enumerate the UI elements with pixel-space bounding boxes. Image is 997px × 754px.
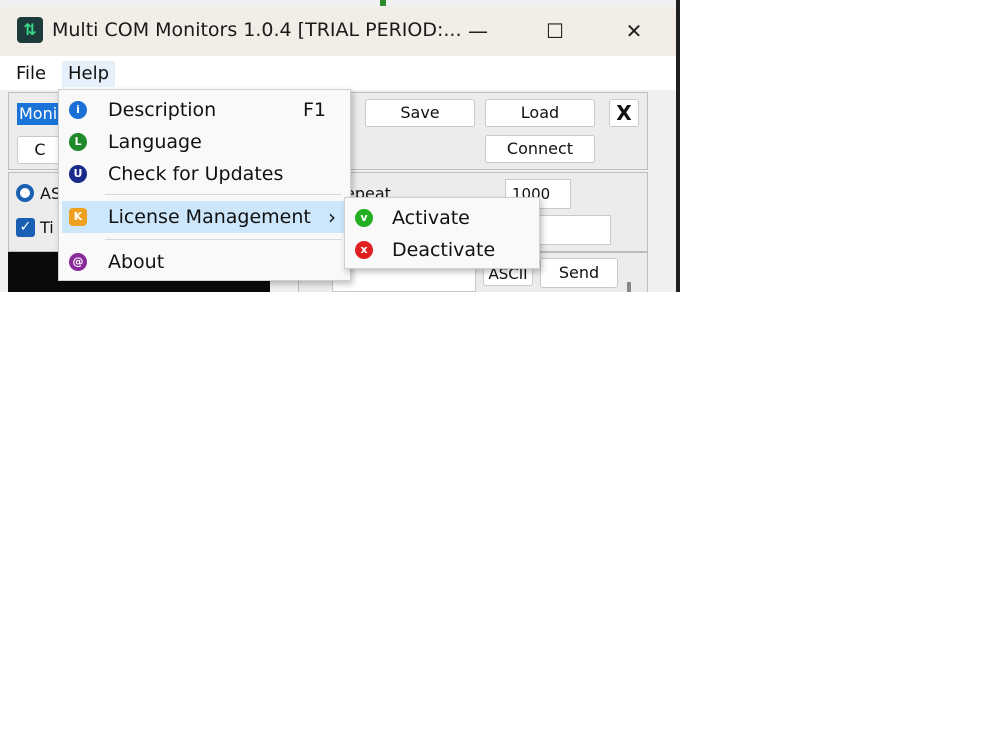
menu-item-description[interactable]: i Description F1 — [62, 94, 347, 126]
shortcut-label: F1 — [303, 99, 327, 121]
license-submenu: v Activate x Deactivate — [344, 197, 540, 269]
background-window-edge — [676, 0, 680, 292]
timestamp-checkbox[interactable]: ✓ — [16, 218, 35, 237]
monitor-tab[interactable]: Moni — [17, 103, 63, 125]
window-title: Multi COM Monitors 1.0.4 [TRIAL PERIOD:.… — [52, 19, 462, 41]
scrollbar[interactable] — [627, 282, 631, 292]
menu-item-deactivate[interactable]: x Deactivate — [348, 234, 536, 266]
menu-file[interactable]: File — [10, 61, 52, 87]
close-window-button[interactable]: ✕ — [619, 18, 649, 44]
timestamp-checkbox-label: Ti — [40, 218, 54, 237]
menu-item-label: Language — [108, 131, 202, 153]
send-button[interactable]: Send — [540, 258, 618, 288]
update-icon: U — [69, 165, 87, 183]
menu-item-activate[interactable]: v Activate — [348, 202, 536, 234]
chevron-right-icon: › — [328, 205, 336, 229]
menu-item-label: About — [108, 251, 165, 273]
menu-item-check-updates[interactable]: U Check for Updates — [62, 158, 347, 190]
about-icon: @ — [69, 253, 87, 271]
menu-item-label: Description — [108, 99, 217, 121]
menu-item-license-management[interactable]: K License Management › — [62, 201, 347, 233]
load-button[interactable]: Load — [485, 99, 595, 127]
info-icon: i — [69, 101, 87, 119]
menu-item-label: Check for Updates — [108, 163, 284, 185]
menu-item-language[interactable]: L Language — [62, 126, 347, 158]
menu-item-label: Activate — [392, 207, 470, 229]
ascii-radio[interactable] — [16, 184, 34, 202]
minimize-button[interactable]: — — [463, 18, 493, 44]
deactivate-icon: x — [355, 241, 373, 259]
maximize-button[interactable]: ☐ — [540, 18, 570, 44]
save-button[interactable]: Save — [365, 99, 475, 127]
up-down-arrows-icon: ⇅ — [17, 17, 43, 43]
connect-button[interactable]: Connect — [485, 135, 595, 163]
app-window: ⇅ Multi COM Monitors 1.0.4 [TRIAL PERIOD… — [0, 0, 680, 292]
help-menu: i Description F1 L Language U Check for … — [58, 89, 351, 281]
menu-item-label: License Management — [108, 206, 311, 228]
menu-item-about[interactable]: @ About — [62, 246, 347, 278]
license-icon: K — [69, 208, 87, 226]
menu-help[interactable]: Help — [62, 61, 116, 87]
toolbar-button[interactable]: C — [17, 136, 63, 164]
menu-separator — [105, 194, 342, 195]
menu-item-label: Deactivate — [392, 239, 496, 261]
close-panel-button[interactable]: X — [609, 99, 639, 127]
activate-icon: v — [355, 209, 373, 227]
menu-separator — [105, 239, 342, 240]
language-icon: L — [69, 133, 87, 151]
